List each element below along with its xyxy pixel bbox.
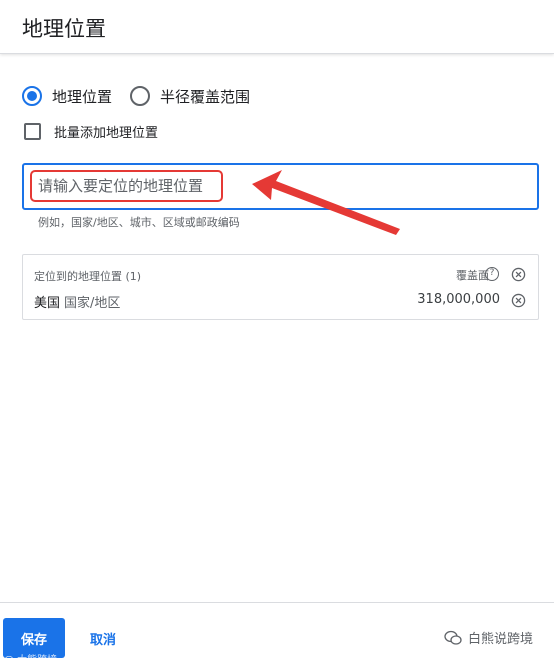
cancel-button[interactable]: 取消	[90, 629, 116, 648]
reach-heading: 覆盖面	[456, 269, 489, 282]
watermark-brand: 白熊说跨境	[468, 632, 534, 647]
location-row-name: 美国 国家/地区	[34, 292, 120, 311]
dialog-header: 地理位置	[0, 0, 554, 54]
bulk-add-label[interactable]: 批量添加地理位置	[54, 122, 158, 141]
close-icon[interactable]	[511, 267, 526, 282]
location-search-box[interactable]	[22, 163, 539, 210]
remove-location-icon[interactable]	[511, 293, 526, 308]
radio-location-label[interactable]: 地理位置	[52, 86, 112, 107]
search-hint: 例如，国家/地区、城市、区域或邮政编码	[38, 216, 240, 229]
bulk-add-checkbox[interactable]	[24, 122, 41, 140]
dialog-footer: 保存 取消 @ 大熊跨境 白熊说跨境	[0, 602, 554, 664]
targeted-locations-panel: 定位到的地理位置 (1) 覆盖面 ? 美国 国家/地区 318,000,000	[22, 254, 539, 320]
watermark-text: @ 大熊跨境	[4, 655, 58, 664]
watermark: 白熊说跨境	[444, 628, 533, 647]
radio-location[interactable]	[22, 86, 42, 106]
targeted-locations-heading: 定位到的地理位置 (1)	[34, 270, 142, 283]
radio-radius[interactable]	[130, 86, 151, 106]
help-icon[interactable]: ?	[485, 267, 499, 281]
targeting-type-options: 地理位置 半径覆盖范围	[22, 84, 268, 108]
location-name: 美国	[34, 296, 61, 311]
location-type: 国家/地区	[64, 296, 121, 311]
location-reach: 318,000,000	[417, 292, 500, 307]
bulk-add-option: 批量添加地理位置	[24, 121, 158, 141]
wechat-icon	[444, 630, 462, 645]
page-title: 地理位置	[22, 17, 106, 41]
location-search-input[interactable]	[38, 174, 438, 198]
radio-radius-label[interactable]: 半径覆盖范围	[160, 86, 250, 107]
